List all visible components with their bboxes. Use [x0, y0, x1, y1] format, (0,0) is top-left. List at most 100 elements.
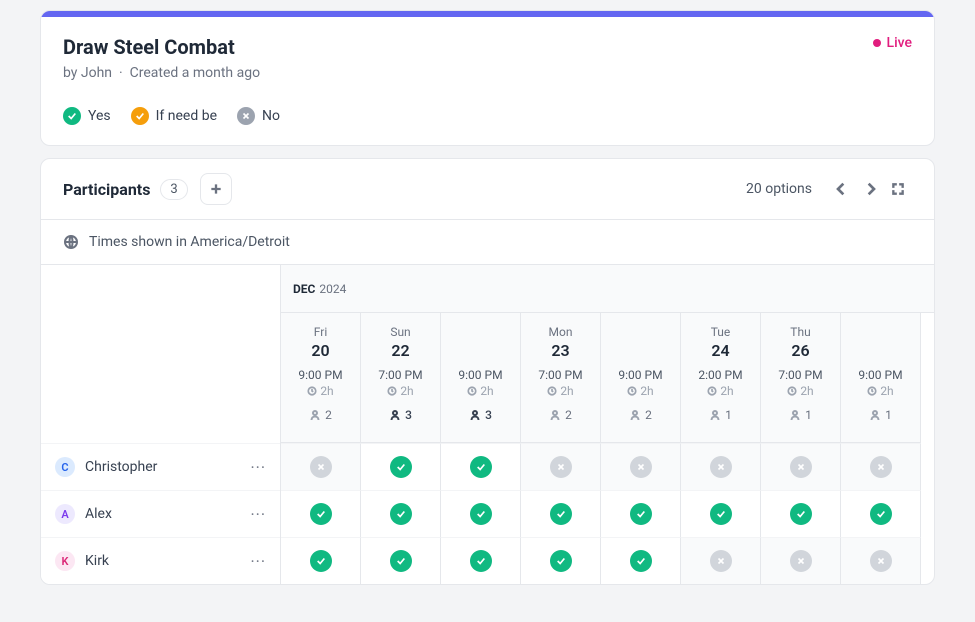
slot-time: 9:00 PM: [298, 368, 342, 382]
check-icon: [310, 550, 332, 572]
check-icon: [870, 503, 892, 525]
slot-count: 2: [309, 408, 332, 422]
vote-cell[interactable]: [441, 537, 521, 584]
vote-cell[interactable]: [681, 443, 761, 490]
byline: by John: [63, 65, 112, 81]
slot-header[interactable]: Mon 23 7:00 PM 2h 2: [521, 313, 601, 443]
slot-dow: Thu: [790, 325, 810, 339]
vote-cell[interactable]: [761, 537, 841, 584]
legend-yes: Yes: [63, 107, 111, 125]
participants-title: Participants: [63, 180, 150, 199]
vote-cell[interactable]: [281, 537, 361, 584]
vote-legend: Yes If need be No: [63, 107, 912, 125]
slot-count: 2: [629, 408, 652, 422]
slot-count: 3: [389, 408, 412, 422]
slot-header[interactable]: 9:00 PM 2h 1: [841, 313, 921, 443]
slot-dom: 24: [711, 341, 729, 360]
slot-count: 1: [789, 408, 812, 422]
add-participant-button[interactable]: [200, 173, 232, 205]
check-icon: [630, 503, 652, 525]
poll-title: Draw Steel Combat: [63, 35, 912, 59]
slot-duration: 2h: [627, 384, 653, 398]
slot-dow: Sun: [390, 325, 410, 339]
vote-cell[interactable]: [761, 490, 841, 537]
slot-dom: 23: [551, 341, 569, 360]
slot-time: 7:00 PM: [378, 368, 422, 382]
slot-duration: 2h: [467, 384, 493, 398]
slot-dom: [879, 341, 883, 360]
vote-cell[interactable]: [521, 443, 601, 490]
check-icon: [790, 503, 812, 525]
more-button[interactable]: ···: [250, 505, 266, 524]
slot-header[interactable]: Tue 24 2:00 PM 2h 1: [681, 313, 761, 443]
vote-cell[interactable]: [441, 490, 521, 537]
slot-duration: 2h: [387, 384, 413, 398]
x-icon: [790, 550, 812, 572]
poll-header-card: Live Draw Steel Combat by John · Created…: [40, 10, 935, 146]
vote-cell[interactable]: [361, 537, 441, 584]
live-label: Live: [887, 35, 912, 51]
vote-cell[interactable]: [361, 490, 441, 537]
vote-cell[interactable]: [441, 443, 521, 490]
participants-count: 3: [160, 179, 187, 200]
slot-header[interactable]: Sun 22 7:00 PM 2h 3: [361, 313, 441, 443]
vote-cell[interactable]: [521, 490, 601, 537]
prev-button[interactable]: [828, 175, 856, 203]
slot-header[interactable]: 9:00 PM 2h 2: [601, 313, 681, 443]
slot-dow: Tue: [711, 325, 731, 339]
vote-cell[interactable]: [601, 443, 681, 490]
status-badge: Live: [873, 35, 912, 51]
vote-cell[interactable]: [601, 490, 681, 537]
slot-duration: 2h: [867, 384, 893, 398]
availability-grid: C Christopher ··· A Alex ··· K Kirk ··· …: [41, 265, 934, 584]
vote-row: [281, 490, 934, 537]
x-icon: [870, 456, 892, 478]
slot-dom: 22: [391, 341, 409, 360]
vote-cell[interactable]: [361, 443, 441, 490]
vote-cell[interactable]: [841, 443, 921, 490]
more-button[interactable]: ···: [250, 552, 266, 571]
x-icon: [710, 550, 732, 572]
ifneedbe-icon: [131, 107, 149, 125]
vote-cell[interactable]: [681, 490, 761, 537]
legend-no: No: [237, 107, 280, 125]
vote-cell[interactable]: [761, 443, 841, 490]
slot-dow: [879, 325, 882, 339]
x-icon: [870, 550, 892, 572]
slot-header[interactable]: Fri 20 9:00 PM 2h 2: [281, 313, 361, 443]
x-icon: [790, 456, 812, 478]
vote-cell[interactable]: [841, 490, 921, 537]
poll-subtitle: by John · Created a month ago: [63, 65, 912, 81]
check-icon: [550, 503, 572, 525]
x-icon: [630, 456, 652, 478]
slot-dow: [479, 325, 482, 339]
check-icon: [63, 107, 81, 125]
slot-count: 1: [709, 408, 732, 422]
slot-duration: 2h: [307, 384, 333, 398]
avatar: K: [55, 551, 75, 571]
avatar: C: [55, 457, 75, 477]
participant-name: Kirk: [85, 553, 240, 569]
vote-cell[interactable]: [281, 443, 361, 490]
live-dot-icon: [873, 39, 881, 47]
check-icon: [710, 503, 732, 525]
slot-duration: 2h: [707, 384, 733, 398]
slot-header[interactable]: Thu 26 7:00 PM 2h 1: [761, 313, 841, 443]
vote-row: [281, 443, 934, 490]
expand-button[interactable]: [884, 175, 912, 203]
check-icon: [390, 456, 412, 478]
slot-dow: [639, 325, 642, 339]
vote-cell[interactable]: [841, 537, 921, 584]
slot-dom: [479, 341, 483, 360]
more-button[interactable]: ···: [250, 458, 266, 477]
timezone-label: Times shown in America/Detroit: [89, 234, 290, 250]
vote-cell[interactable]: [521, 537, 601, 584]
slot-duration: 2h: [787, 384, 813, 398]
vote-cell[interactable]: [681, 537, 761, 584]
vote-cell[interactable]: [281, 490, 361, 537]
vote-cell[interactable]: [601, 537, 681, 584]
participant-name: Alex: [85, 506, 240, 522]
slot-header[interactable]: 9:00 PM 2h 3: [441, 313, 521, 443]
next-button[interactable]: [856, 175, 884, 203]
participant-row: K Kirk ···: [41, 537, 280, 584]
